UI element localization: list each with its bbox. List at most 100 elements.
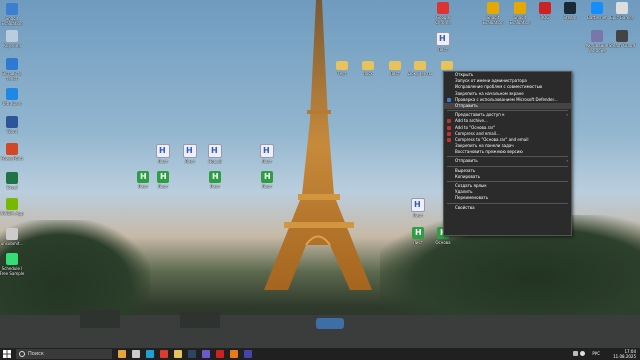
desktop-icon[interactable]: Документы bbox=[405, 58, 435, 76]
doc-icon bbox=[156, 144, 170, 158]
context-menu-item[interactable]: Свойства bbox=[444, 205, 571, 211]
desktop-icon[interactable]: NVIDIA App bbox=[0, 198, 27, 216]
explorer-icon[interactable] bbox=[174, 350, 182, 358]
app-icon[interactable] bbox=[244, 350, 252, 358]
context-menu-item-label: Открыть bbox=[455, 72, 474, 77]
powerpoint-icon bbox=[6, 143, 18, 155]
steam-icon[interactable] bbox=[188, 350, 196, 358]
chrome-icon bbox=[437, 2, 449, 14]
app-icon bbox=[616, 2, 628, 14]
desktop-icon[interactable]: unsubmit... bbox=[0, 228, 27, 246]
desktop-icon[interactable]: PowerPoint bbox=[0, 143, 27, 161]
desktop-icon-label: Лист bbox=[437, 47, 449, 52]
context-menu-item-label: Создать ярлык bbox=[455, 183, 487, 188]
folder-icon bbox=[336, 61, 348, 70]
app-icon bbox=[591, 30, 603, 42]
desktop-icon[interactable]: Google Chrome bbox=[428, 2, 458, 25]
desktop-icon-label: Snagit Evaluation bbox=[482, 15, 504, 25]
app-icon[interactable] bbox=[202, 350, 210, 358]
desktop-icon[interactable]: Лист bbox=[428, 32, 458, 52]
app-icon bbox=[6, 3, 18, 15]
context-menu-item-label: Запуск от имени администратора bbox=[455, 78, 527, 84]
desktop-icon[interactable]: docx bbox=[353, 58, 383, 76]
desktop-icon[interactable]: Лист bbox=[128, 171, 158, 189]
app-icon bbox=[6, 58, 18, 70]
desktop-icon-label: Лист bbox=[261, 184, 273, 189]
app-icon bbox=[591, 2, 603, 14]
desktop-icon[interactable]: Лист bbox=[252, 144, 282, 164]
task-view-icon[interactable] bbox=[132, 350, 140, 358]
menu-separator bbox=[447, 156, 568, 158]
doc-icon bbox=[208, 144, 222, 158]
game-icon bbox=[6, 253, 18, 265]
volume-icon[interactable] bbox=[580, 351, 585, 356]
desktop-icon[interactable]: Лист bbox=[200, 171, 230, 189]
context-menu-item-label: Исправление проблем с совместимостью bbox=[455, 84, 543, 90]
desktop-icon[interactable]: Word bbox=[0, 116, 27, 134]
doc-icon bbox=[436, 32, 450, 46]
clock-date: 11.08.2025 bbox=[613, 354, 636, 359]
desktop-icon-label: NVIDIA App bbox=[0, 211, 24, 216]
desktop-icon[interactable]: Лист bbox=[403, 198, 433, 218]
nvidia-icon bbox=[6, 198, 18, 210]
app-icon bbox=[487, 2, 499, 14]
desktop-icon[interactable]: Вставить текст bbox=[0, 58, 27, 81]
taskbar-search-box[interactable]: Поиск bbox=[16, 349, 112, 359]
archive-icon bbox=[447, 125, 451, 130]
desktop-icon[interactable]: Лист bbox=[148, 144, 178, 164]
desktop-icon[interactable]: Новый bbox=[200, 144, 230, 164]
steam-icon bbox=[616, 30, 628, 42]
desktop-icon-label: Корзина bbox=[3, 43, 21, 48]
desktop-icon-label: Лист bbox=[261, 159, 273, 164]
desktop-icon[interactable]: UltraCam bbox=[0, 88, 27, 106]
desktop-icon-label: PowerPoint bbox=[0, 156, 24, 161]
app-icon[interactable] bbox=[230, 350, 238, 358]
network-icon[interactable] bbox=[573, 351, 578, 356]
language-indicator[interactable]: РУС bbox=[592, 351, 600, 356]
context-menu-item-label: Переименовать bbox=[455, 195, 489, 201]
menu-separator bbox=[447, 110, 568, 112]
app-icon[interactable] bbox=[216, 350, 224, 358]
context-menu-item[interactable]: Переименовать bbox=[444, 195, 571, 201]
desktop-icon-label: Schedule I Free Sample bbox=[0, 266, 25, 276]
system-clock[interactable]: РУС 17:04 11.08.2025 bbox=[592, 348, 636, 360]
folder-icon bbox=[441, 61, 453, 70]
desktop-icon[interactable]: Excel bbox=[0, 172, 27, 190]
desktop-icon[interactable]: Корзина bbox=[0, 30, 27, 48]
green-icon bbox=[261, 171, 273, 183]
weather-icon[interactable] bbox=[118, 350, 126, 358]
context-menu-item[interactable]: Отправить › bbox=[444, 158, 571, 164]
desktop-icon[interactable]: Schedule I Free Sample bbox=[0, 253, 27, 276]
desktop-icon-label: Лист bbox=[137, 184, 149, 189]
windows-start-icon[interactable] bbox=[3, 350, 11, 358]
context-menu-item[interactable]: Копировать bbox=[444, 174, 571, 180]
doc-icon bbox=[183, 144, 197, 158]
menu-separator bbox=[447, 165, 568, 167]
chrome-icon[interactable] bbox=[160, 350, 168, 358]
desktop-icon-label: Word bbox=[6, 129, 18, 134]
desktop-icon-label: Лист bbox=[209, 184, 221, 189]
green-icon bbox=[157, 171, 169, 183]
context-menu-item-label: Compress to "Основа.rar" and email bbox=[455, 136, 529, 142]
desktop-icon-label: Steam Guard bbox=[608, 43, 636, 48]
green-icon bbox=[209, 171, 221, 183]
recycle-bin-icon bbox=[6, 30, 18, 42]
desktop-icon[interactable]: Snagit Evaluation bbox=[0, 3, 27, 26]
steam-icon bbox=[564, 2, 576, 14]
edge-icon[interactable] bbox=[146, 350, 154, 358]
doc-icon bbox=[411, 198, 425, 212]
desktop-icon-label: docx bbox=[363, 71, 373, 76]
desktop-icon[interactable]: Лист bbox=[252, 171, 282, 189]
doc-icon bbox=[260, 144, 274, 158]
desktop-icon-label: Snagit Evaluation bbox=[1, 16, 23, 26]
desktop-icon[interactable]: Epic Games bbox=[607, 2, 637, 20]
desktop-icon[interactable]: Snagit Evaluation bbox=[478, 2, 508, 25]
file-icon bbox=[6, 228, 18, 240]
desktop-icon[interactable]: Steam bbox=[555, 2, 585, 20]
context-menu-item[interactable]: Восстановить прежнюю версию bbox=[444, 149, 571, 155]
context-menu-item[interactable]: Отправить bbox=[444, 102, 571, 110]
archive-icon bbox=[447, 119, 451, 124]
desktop-icon[interactable]: Steam Guard bbox=[607, 30, 637, 48]
context-menu-item-label: Копировать bbox=[455, 173, 480, 179]
desktop-icon-label: Вставить текст bbox=[2, 71, 22, 81]
